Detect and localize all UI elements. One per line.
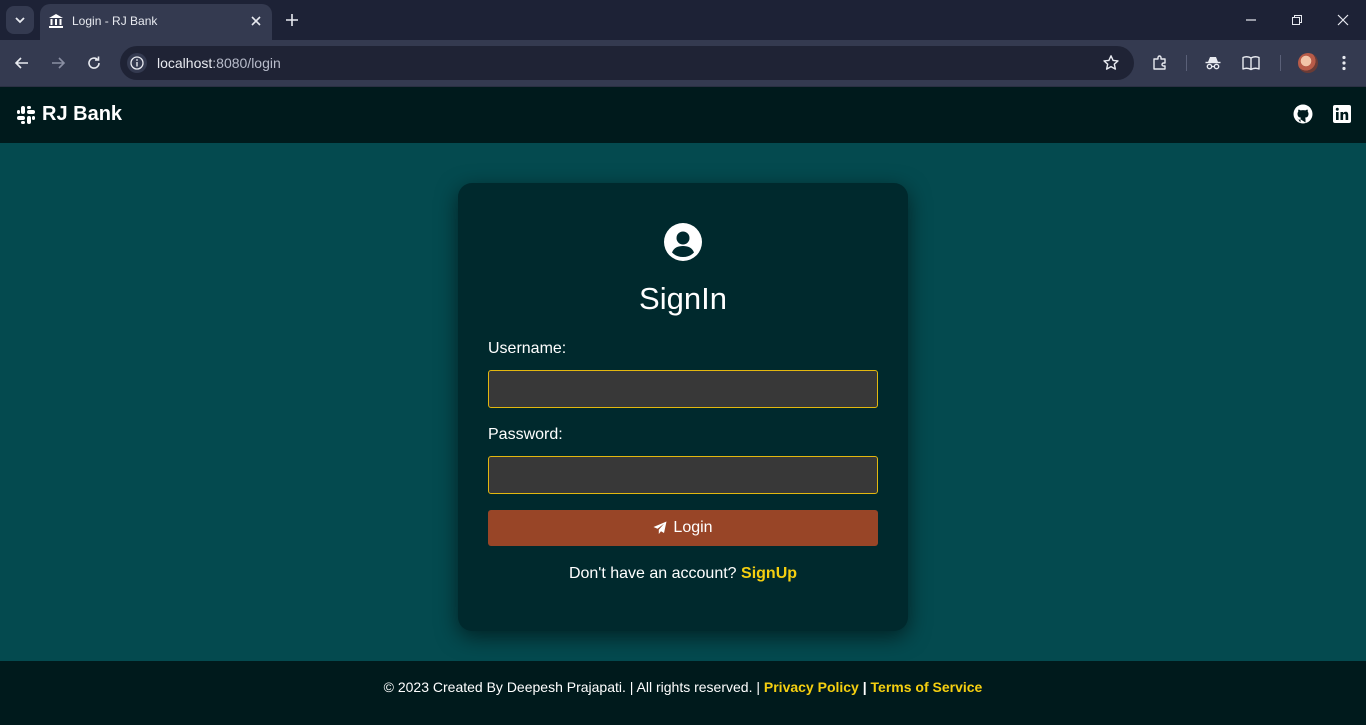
site-info-button[interactable] — [127, 53, 147, 73]
tab-search-button[interactable] — [6, 6, 34, 34]
signup-prompt-text: Don't have an account? — [568, 565, 737, 582]
login-button-label: Login — [673, 519, 713, 536]
signin-title: SignIn — [639, 281, 727, 316]
slack-like-hash-icon — [17, 105, 35, 124]
github-icon[interactable] — [1293, 104, 1313, 124]
arrow-right-icon — [52, 57, 66, 69]
forward-button[interactable] — [46, 51, 70, 75]
paper-plane-icon — [653, 521, 667, 534]
menu-button[interactable] — [1334, 53, 1354, 73]
site-navbar: RJ Bank — [0, 87, 1366, 143]
password-label: Password: — [488, 426, 563, 443]
url-path: :8080/login — [212, 55, 281, 71]
toolbar-separator — [1280, 55, 1281, 71]
puzzle-icon — [1153, 55, 1166, 70]
incognito-button[interactable] — [1203, 53, 1223, 73]
footer-line: © 2023 Created By Deepesh Prajapati. | A… — [0, 679, 1366, 695]
username-input[interactable] — [488, 370, 878, 408]
chevron-down-icon — [15, 17, 25, 24]
reading-mode-button[interactable] — [1241, 53, 1261, 73]
url-host: localhost — [157, 55, 213, 71]
bank-icon — [49, 14, 63, 28]
close-window-icon — [1337, 14, 1349, 26]
extensions-button[interactable] — [1150, 53, 1170, 73]
arrow-left-icon — [14, 57, 28, 69]
login-button[interactable]: Login — [488, 510, 878, 546]
site-footer: © 2023 Created By Deepesh Prajapati. | A… — [0, 661, 1366, 725]
browser-tab-active[interactable]: Login - RJ Bank — [40, 4, 272, 40]
new-tab-icon[interactable] — [282, 10, 302, 30]
url-text[interactable]: localhost:8080/login — [157, 55, 281, 71]
linkedin-icon[interactable] — [1332, 104, 1352, 124]
password-input[interactable] — [488, 456, 878, 494]
close-window-button[interactable] — [1320, 0, 1366, 40]
restore-button[interactable] — [1274, 0, 1320, 40]
book-icon — [1242, 56, 1260, 71]
close-icon[interactable] — [248, 13, 264, 29]
address-bar[interactable]: localhost:8080/login — [120, 46, 1134, 80]
user-circle-icon — [664, 223, 702, 261]
reload-button[interactable] — [82, 51, 106, 75]
browser-toolbar: localhost:8080/login — [0, 40, 1366, 86]
minimize-icon — [1246, 19, 1256, 21]
signup-prompt: Don't have an account? SignUp — [458, 565, 908, 583]
reload-icon — [88, 56, 100, 69]
username-label: Username: — [488, 340, 567, 357]
profile-avatar[interactable] — [1298, 53, 1318, 73]
main-content: SignIn Username: Password: Login Don't h… — [0, 143, 1366, 661]
signup-link[interactable]: SignUp — [741, 565, 797, 582]
brand-link[interactable]: RJ Bank — [16, 103, 122, 126]
terms-of-service-link[interactable]: Terms of Service — [871, 679, 983, 695]
kebab-menu-icon — [1342, 55, 1346, 71]
privacy-policy-link[interactable]: Privacy Policy — [764, 679, 859, 695]
spy-icon — [1205, 57, 1221, 70]
footer-separator: | — [862, 679, 867, 695]
minimize-button[interactable] — [1228, 0, 1274, 40]
login-card: SignIn Username: Password: Login Don't h… — [458, 183, 908, 631]
browser-tab-bar: Login - RJ Bank — [0, 0, 1366, 40]
toolbar-separator — [1186, 55, 1187, 71]
bookmark-star-icon[interactable] — [1102, 54, 1120, 72]
tab-title: Login - RJ Bank — [72, 14, 158, 28]
back-button[interactable] — [10, 51, 34, 75]
footer-copyright: © 2023 Created By Deepesh Prajapati. | A… — [383, 679, 760, 695]
info-icon — [130, 56, 144, 70]
restore-icon — [1292, 15, 1302, 25]
brand-name: RJ Bank — [42, 103, 123, 125]
